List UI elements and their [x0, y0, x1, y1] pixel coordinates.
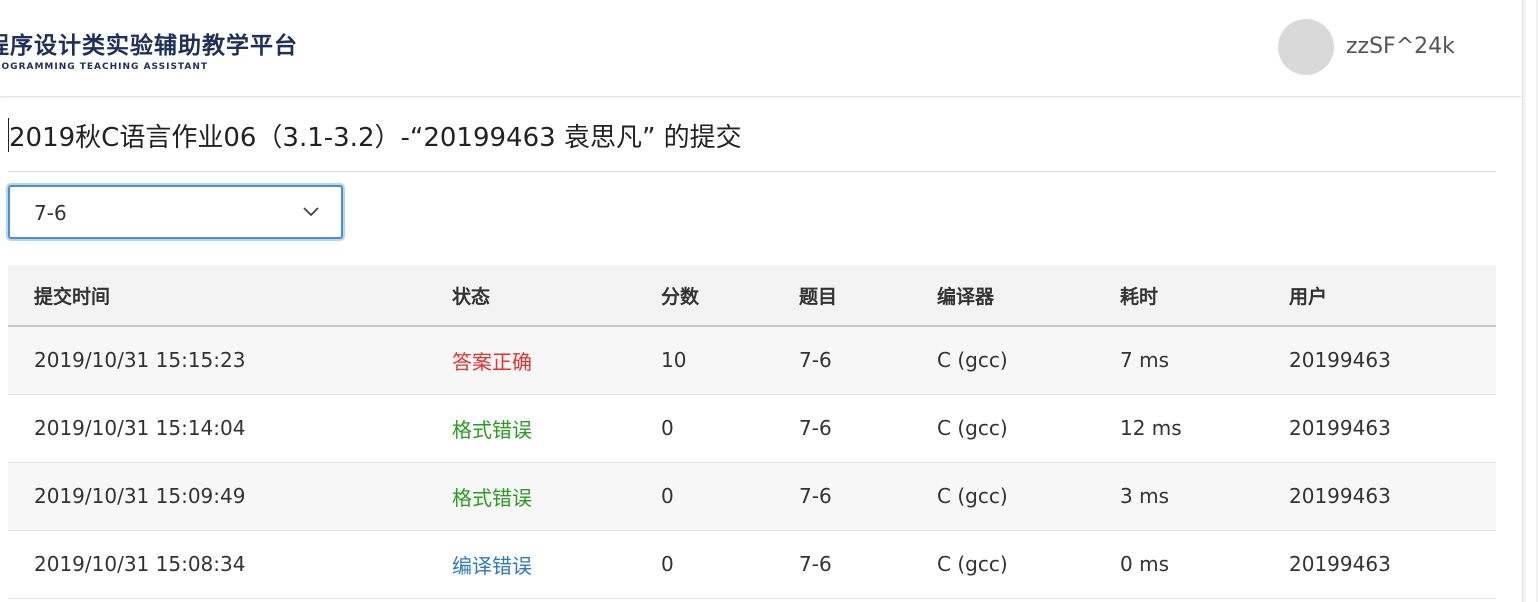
page-scrollbar[interactable]	[1522, 0, 1538, 602]
user: 20199463	[1289, 416, 1391, 440]
status-link[interactable]: 格式错误	[452, 394, 661, 462]
logo-subtitle: PROGRAMMING TEACHING ASSISTANT	[0, 62, 208, 72]
score-link[interactable]: 10	[661, 326, 799, 394]
problem-link[interactable]: 7-6	[799, 326, 937, 394]
submit-time: 2019/10/31 15:09:49	[34, 484, 246, 508]
scrollbar-thumb[interactable]	[1526, 0, 1536, 602]
score-link[interactable]: 0	[661, 394, 799, 462]
compiler: C (gcc)	[937, 552, 1008, 576]
avatar[interactable]	[1278, 19, 1334, 75]
user: 20199463	[1289, 348, 1391, 373]
status-link[interactable]: 编译错误	[452, 530, 661, 598]
problem-link[interactable]: 7-6	[799, 462, 937, 530]
table-row: 2019/10/31 15:09:49 格式错误 0 7-6 C (gcc) 3…	[8, 462, 1496, 530]
duration: 12 ms	[1120, 416, 1182, 440]
duration: 7 ms	[1120, 348, 1169, 373]
score-link[interactable]: 0	[661, 530, 799, 598]
col-header-problem: 题目	[799, 265, 937, 327]
submissions-table: 提交时间 状态 分数 题目 编译器 耗时 用户 2019/10/31 15:15…	[8, 265, 1496, 599]
problem-select-value: 7-6	[34, 201, 67, 225]
col-header-duration: 耗时	[1120, 265, 1289, 327]
submit-time: 2019/10/31 15:15:23	[34, 348, 246, 373]
problem-link[interactable]: 7-6	[799, 530, 937, 598]
duration: 3 ms	[1120, 484, 1169, 508]
table-row: 2019/10/31 15:15:23 答案正确 10 7-6 C (gcc) …	[8, 326, 1496, 394]
user: 20199463	[1289, 484, 1391, 508]
compiler: C (gcc)	[937, 416, 1008, 440]
submit-time: 2019/10/31 15:14:04	[34, 416, 246, 440]
status-link[interactable]: 答案正确	[452, 326, 661, 394]
col-header-score: 分数	[661, 265, 799, 327]
submit-time: 2019/10/31 15:08:34	[34, 552, 246, 576]
problem-link[interactable]: 7-6	[799, 394, 937, 462]
compiler: C (gcc)	[937, 348, 1008, 373]
col-header-status: 状态	[452, 265, 661, 327]
duration: 0 ms	[1120, 552, 1169, 576]
table-row: 2019/10/31 15:14:04 格式错误 0 7-6 C (gcc) 1…	[8, 394, 1496, 462]
table-row: 2019/10/31 15:08:34 编译错误 0 7-6 C (gcc) 0…	[8, 530, 1496, 598]
table-header-row: 提交时间 状态 分数 题目 编译器 耗时 用户	[8, 265, 1496, 327]
logo-title: 程序设计类实验辅助教学平台	[0, 33, 298, 59]
user: 20199463	[1289, 552, 1391, 576]
username[interactable]: zzSF^24k	[1346, 34, 1455, 59]
score-link[interactable]: 0	[661, 462, 799, 530]
chevron-down-icon	[300, 201, 322, 227]
page-title: 2019秋C语言作业06（3.1-3.2）-“20199463 袁思凡” 的提交	[9, 123, 742, 153]
col-header-user: 用户	[1289, 265, 1496, 327]
title-divider	[8, 171, 1496, 172]
compiler: C (gcc)	[937, 484, 1008, 508]
col-header-compiler: 编译器	[937, 265, 1120, 327]
top-navbar: 程序设计类实验辅助教学平台 PROGRAMMING TEACHING ASSIS…	[0, 0, 1522, 97]
status-link[interactable]: 格式错误	[452, 462, 661, 530]
platform-logo[interactable]: 程序设计类实验辅助教学平台 PROGRAMMING TEACHING ASSIS…	[0, 26, 298, 72]
problem-select[interactable]: 7-6	[8, 185, 343, 239]
col-header-time: 提交时间	[8, 265, 452, 327]
